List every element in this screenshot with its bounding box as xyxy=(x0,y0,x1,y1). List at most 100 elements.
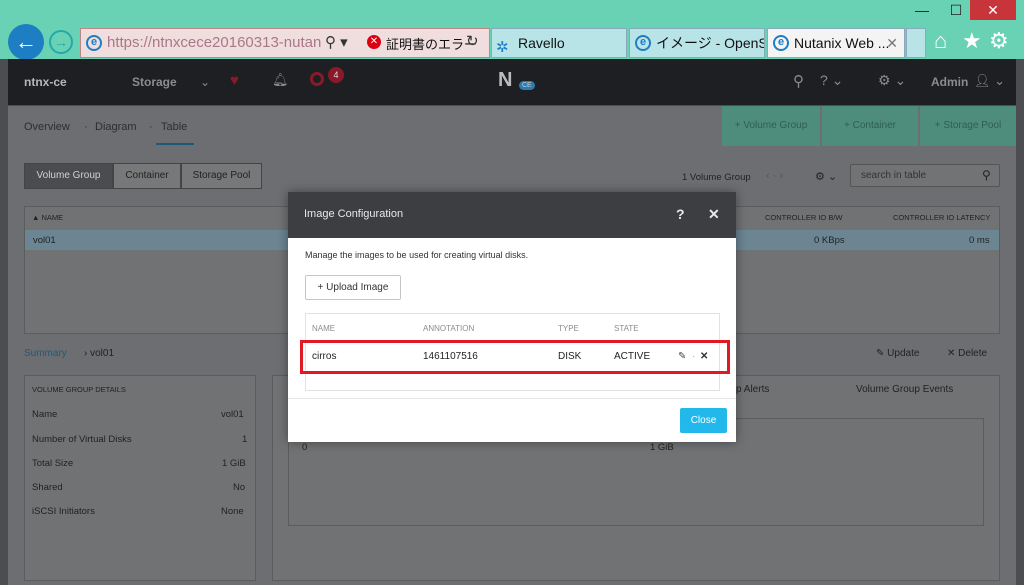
ie-icon: e xyxy=(86,35,102,51)
upload-image-button[interactable]: + Upload Image xyxy=(305,275,401,300)
breadcrumb: › vol01 xyxy=(84,348,115,359)
disk-index: 0 xyxy=(302,442,308,453)
divider xyxy=(288,398,736,399)
settings-icon[interactable]: ⚙ xyxy=(989,28,1009,54)
favorites-icon[interactable]: ★ xyxy=(962,28,982,54)
row-latency: 0 ms xyxy=(969,235,990,246)
top-nav: ntnx-ce Storage ⌄ ♥ 🔔︎ 4 N CE ⚲ ? ⌄ ⚙ ⌄ … xyxy=(8,59,1016,105)
home-icon[interactable]: ⌂ xyxy=(934,28,947,54)
update-label: Update xyxy=(887,348,920,359)
search-input[interactable]: search in table xyxy=(850,164,1000,187)
detail-key: Total Size xyxy=(32,458,74,469)
minimize-button[interactable]: — xyxy=(908,0,936,20)
cert-error-label[interactable]: 証明書のエラー xyxy=(386,34,477,53)
highlight-box xyxy=(300,340,730,374)
col-annotation: ANNOTATION xyxy=(423,324,475,333)
storage-menu[interactable]: Storage xyxy=(132,75,177,89)
update-button[interactable]: ✎ Update xyxy=(876,348,919,359)
refresh-icon[interactable]: ↻ xyxy=(466,32,479,50)
maximize-button[interactable]: ☐ xyxy=(942,0,970,20)
detail-value: 1 GiB xyxy=(222,458,246,469)
close-window-button[interactable]: ✕ xyxy=(970,0,1016,20)
detail-key: Number of Virtual Disks xyxy=(32,434,132,445)
delete-label: Delete xyxy=(958,348,988,359)
separator: · xyxy=(84,121,88,133)
alerts-count-badge: 4 xyxy=(328,67,344,83)
close-icon[interactable]: ✕ xyxy=(708,206,720,223)
breadcrumb-item: vol01 xyxy=(90,348,115,359)
nutanix-logo: N xyxy=(498,69,513,91)
tab-openstack[interactable]: e イメージ - OpenSt... xyxy=(629,28,765,58)
row-bw: 0 KBps xyxy=(814,235,845,246)
back-icon[interactable]: ← xyxy=(8,24,44,60)
segment-storage-pool[interactable]: Storage Pool xyxy=(181,163,262,189)
table-settings-icon[interactable]: ⚙ ⌄ xyxy=(815,170,837,183)
help-icon[interactable]: ? xyxy=(676,206,685,222)
detail-value: No xyxy=(233,482,246,493)
col-state: STATE xyxy=(614,324,639,333)
bell-icon[interactable]: 🔔︎ xyxy=(272,72,289,88)
segment-container[interactable]: Container xyxy=(113,163,181,189)
details-panel xyxy=(24,375,256,581)
error-icon: ✕ xyxy=(367,35,381,49)
dialog-header: Image Configuration ? ✕ xyxy=(288,192,736,238)
user-icon[interactable]: 👤︎ ⌄ xyxy=(974,73,1005,89)
health-heart-icon[interactable]: ♥ xyxy=(230,72,239,89)
ie-icon: e xyxy=(773,35,789,51)
alerts-icon[interactable] xyxy=(310,72,324,86)
detail-value: 1 xyxy=(242,434,248,445)
close-tab-icon[interactable]: ✕ xyxy=(886,29,898,57)
user-menu[interactable]: Admin xyxy=(931,75,968,89)
link-diagram[interactable]: Diagram xyxy=(95,121,137,133)
tab-label: イメージ - OpenSt... xyxy=(656,35,764,51)
detail-value: vol01 xyxy=(221,409,244,420)
col-name-header[interactable]: ▲ NAME xyxy=(32,213,63,222)
search-icon[interactable]: ⚲ xyxy=(793,72,804,90)
tab-events[interactable]: Volume Group Events xyxy=(856,384,953,395)
active-tab-underline xyxy=(156,143,194,145)
cluster-name[interactable]: ntnx-ce xyxy=(24,75,67,89)
col-name: NAME xyxy=(312,324,336,333)
col-latency-header[interactable]: CONTROLLER IO LATENCY xyxy=(893,213,990,222)
add-storage-pool-button[interactable]: + Storage Pool xyxy=(920,106,1016,146)
help-icon[interactable]: ? ⌄ xyxy=(820,72,843,89)
new-tab-button[interactable] xyxy=(906,28,926,58)
item-count: 1 Volume Group xyxy=(682,172,751,183)
dialog-title: Image Configuration xyxy=(304,208,404,220)
link-overview[interactable]: Overview xyxy=(24,121,70,133)
pagination-icons[interactable]: ‹ · › xyxy=(766,170,783,182)
detail-key: Shared xyxy=(32,482,63,493)
link-table[interactable]: Table xyxy=(161,121,187,133)
details-title: VOLUME GROUP DETAILS xyxy=(32,385,126,394)
ravello-icon: ✲ xyxy=(496,39,509,56)
ie-icon: e xyxy=(635,35,651,51)
col-type: TYPE xyxy=(558,324,579,333)
segment-volume-group[interactable]: Volume Group xyxy=(24,163,113,189)
dialog-description: Manage the images to be used for creatin… xyxy=(305,250,529,260)
tab-label: Nutanix Web ... xyxy=(794,35,890,51)
summary-link[interactable]: Summary xyxy=(24,348,67,359)
detail-value: None xyxy=(221,506,244,517)
tab-alerts[interactable]: p Alerts xyxy=(736,384,769,395)
image-configuration-dialog: Image Configuration ? ✕ Manage the image… xyxy=(288,192,736,442)
disk-size: 1 GiB xyxy=(650,442,674,453)
search-icon[interactable]: ⚲ xyxy=(982,168,991,182)
search-icon[interactable]: ⚲ ▾ xyxy=(325,33,348,51)
chevron-down-icon[interactable]: ⌄ xyxy=(200,75,210,89)
row-name: vol01 xyxy=(33,235,56,246)
tab-label: Ravello xyxy=(518,35,565,51)
tab-ravello[interactable]: ✲ Ravello xyxy=(491,28,627,58)
add-container-button[interactable]: + Container xyxy=(822,106,918,146)
gear-icon[interactable]: ⚙ ⌄ xyxy=(878,72,906,89)
detail-key: iSCSI Initiators xyxy=(32,506,95,517)
ce-badge: CE xyxy=(519,81,535,90)
separator: · xyxy=(149,121,153,133)
address-text: https://ntnxcece20160313-nutan xyxy=(107,34,322,51)
close-button[interactable]: Close xyxy=(680,408,727,433)
add-volume-group-button[interactable]: + Volume Group xyxy=(722,106,820,146)
col-bw-header[interactable]: CONTROLLER IO B/W xyxy=(765,213,843,222)
tab-nutanix[interactable]: e Nutanix Web ... ✕ xyxy=(767,28,905,58)
delete-button[interactable]: ✕ Delete xyxy=(947,348,987,359)
detail-key: Name xyxy=(32,409,58,420)
forward-icon[interactable]: → xyxy=(49,30,73,54)
